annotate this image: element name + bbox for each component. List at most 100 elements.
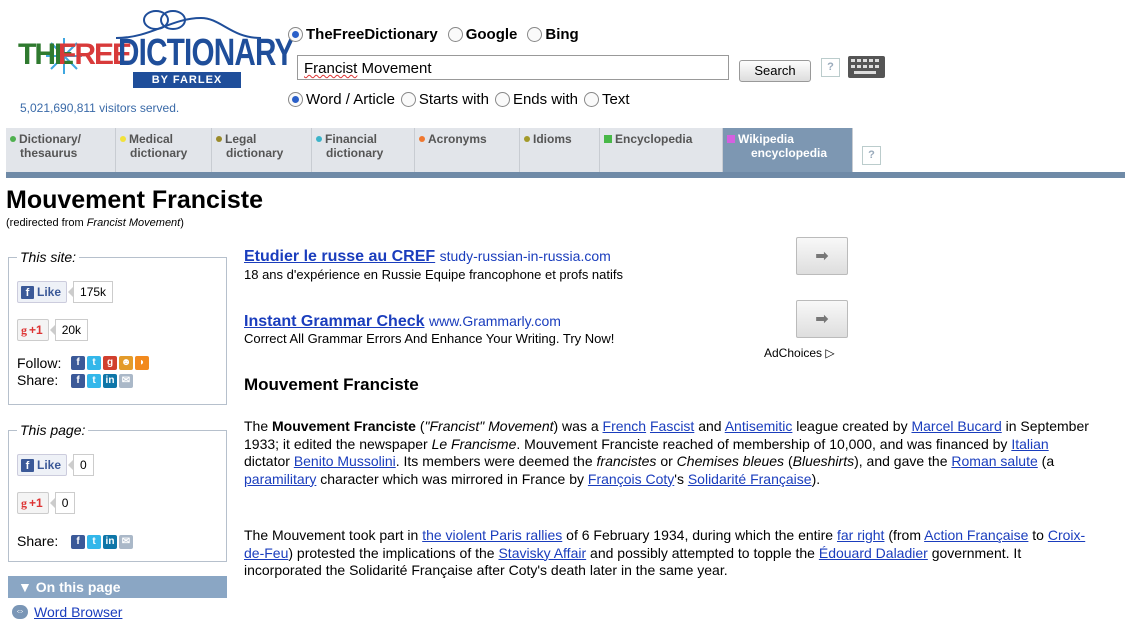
- email-icon[interactable]: ✉: [119, 535, 133, 549]
- tab-idioms[interactable]: Idioms: [520, 128, 600, 172]
- radio-icon[interactable]: [527, 27, 543, 42]
- word-browser-icon: ⇔: [12, 605, 28, 619]
- tab-encyclopedia[interactable]: Encyclopedia: [600, 128, 723, 172]
- mode-starts-with[interactable]: Starts with: [400, 91, 489, 108]
- article-paragraph-2: The Mouvement took part in the violent P…: [244, 527, 1086, 578]
- ad-1-domain[interactable]: study-russian-in-russia.com: [440, 248, 611, 264]
- twitter-icon[interactable]: t: [87, 535, 101, 549]
- rss-icon[interactable]: ◗: [135, 356, 149, 370]
- search-input[interactable]: Francist Movement: [297, 55, 729, 80]
- twitter-icon[interactable]: t: [87, 374, 101, 388]
- tabs-help-button[interactable]: ?: [862, 146, 881, 165]
- this-page-box: This page: f Like 0 g +1 0 Share: f t in ✉: [8, 422, 227, 562]
- link-francois-coty[interactable]: François Coty: [588, 471, 674, 487]
- radio-icon[interactable]: [400, 92, 416, 107]
- link-antisemitic[interactable]: Antisemitic: [725, 418, 793, 434]
- article-paragraph-1: The Mouvement Franciste ("Francist" Move…: [244, 418, 1089, 487]
- share-label: Share:: [17, 533, 59, 549]
- facebook-like-button[interactable]: f Like: [17, 281, 68, 303]
- site-like-widget: f Like 175k: [17, 281, 114, 303]
- link-fascist[interactable]: Fascist: [650, 418, 694, 434]
- tab-medical[interactable]: Medical dictionary: [116, 128, 212, 172]
- plusone-count: 0: [49, 492, 76, 514]
- radio-icon[interactable]: [288, 27, 303, 42]
- link-solidarite-francaise[interactable]: Solidarité Française: [688, 471, 812, 487]
- on-this-page-header[interactable]: ▼ On this page: [8, 576, 227, 598]
- twitter-icon[interactable]: t: [87, 356, 101, 370]
- mode-ends-with[interactable]: Ends with: [494, 91, 578, 108]
- mode-text[interactable]: Text: [584, 91, 630, 108]
- engine-option-google[interactable]: Google: [447, 26, 517, 43]
- ad-2-arrow-button[interactable]: ➡: [796, 300, 848, 338]
- ad-2-title[interactable]: Instant Grammar Check www.Grammarly.com: [244, 313, 561, 331]
- misspelled-word: Francist: [304, 60, 358, 77]
- link-mussolini[interactable]: Benito Mussolini: [294, 453, 396, 469]
- tab-wikipedia[interactable]: Wikipedia encyclopedia: [723, 128, 853, 172]
- plusone-count: 20k: [49, 319, 89, 341]
- radio-icon[interactable]: [584, 92, 599, 107]
- link-edouard-daladier[interactable]: Édouard Daladier: [819, 545, 928, 561]
- link-italian[interactable]: Italian: [1011, 436, 1048, 452]
- email-icon[interactable]: ✉: [119, 374, 133, 388]
- bullet-icon: [120, 136, 126, 142]
- like-count: 175k: [68, 281, 114, 303]
- facebook-icon[interactable]: f: [71, 374, 85, 388]
- follow-icons: f t g ☻ ◗: [71, 356, 149, 370]
- share-icons: f t in ✉: [71, 374, 133, 388]
- like-count: 0: [68, 454, 94, 476]
- people-icon[interactable]: ☻: [119, 356, 133, 370]
- link-stavisky-affair[interactable]: Stavisky Affair: [498, 545, 586, 561]
- bullet-icon: [524, 136, 530, 142]
- radio-icon[interactable]: [447, 27, 463, 42]
- link-french[interactable]: French: [603, 418, 647, 434]
- bullet-icon: [604, 135, 612, 143]
- bullet-icon: [727, 135, 735, 143]
- share-label: Share:: [17, 372, 59, 388]
- tab-dictionary[interactable]: Dictionary/thesaurus: [6, 128, 116, 172]
- ad-1-description: 18 ans d'expérience en Russie Equipe fra…: [244, 267, 624, 282]
- link-action-francaise[interactable]: Action Française: [924, 527, 1028, 543]
- google-plus-button[interactable]: g +1: [17, 319, 49, 341]
- google-plus-icon: g: [21, 495, 27, 510]
- page-like-widget: f Like 0: [17, 454, 94, 476]
- site-plusone-widget: g +1 20k: [17, 319, 89, 341]
- link-paris-rallies[interactable]: the violent Paris rallies: [422, 527, 562, 543]
- logo-by-farlex: BY FARLEX: [133, 72, 241, 88]
- logo-dictionary: DICTIONARY: [118, 32, 294, 74]
- search-engine-options: TheFreeDictionary Google Bing: [288, 26, 585, 43]
- facebook-like-button[interactable]: f Like: [17, 454, 68, 476]
- tab-financial[interactable]: Financial dictionary: [312, 128, 415, 172]
- bullet-icon: [419, 136, 425, 142]
- help-button[interactable]: ?: [821, 58, 840, 77]
- google-plus-icon[interactable]: g: [103, 356, 117, 370]
- engine-option-bing[interactable]: Bing: [527, 26, 579, 43]
- ad-2-domain[interactable]: www.Grammarly.com: [429, 313, 561, 329]
- bullet-icon: [10, 136, 16, 142]
- linkedin-icon[interactable]: in: [103, 535, 117, 549]
- link-roman-salute[interactable]: Roman salute: [951, 453, 1037, 469]
- word-browser-link[interactable]: ⇔ Word Browser: [12, 604, 122, 620]
- radio-icon[interactable]: [494, 92, 510, 107]
- radio-icon[interactable]: [288, 92, 303, 107]
- tab-acronyms[interactable]: Acronyms: [415, 128, 520, 172]
- google-plus-button[interactable]: g +1: [17, 492, 49, 514]
- ad-1-title[interactable]: Etudier le russe au CREF study-russian-i…: [244, 248, 611, 266]
- engine-option-tfd[interactable]: TheFreeDictionary: [288, 26, 438, 43]
- this-site-box: This site: f Like 175k g +1 20k Follow: f …: [8, 249, 227, 405]
- search-button[interactable]: Search: [739, 60, 811, 82]
- link-marcel-bucard[interactable]: Marcel Bucard: [911, 418, 1001, 434]
- link-far-right[interactable]: far right: [837, 527, 884, 543]
- facebook-icon[interactable]: f: [71, 356, 85, 370]
- tab-legal[interactable]: Legal dictionary: [212, 128, 312, 172]
- ad-1-arrow-button[interactable]: ➡: [796, 237, 848, 275]
- facebook-icon[interactable]: f: [71, 535, 85, 549]
- article-heading: Mouvement Franciste: [244, 375, 419, 394]
- share-icons: f t in ✉: [71, 535, 133, 549]
- linkedin-icon[interactable]: in: [103, 374, 117, 388]
- link-paramilitary[interactable]: paramilitary: [244, 471, 316, 487]
- adchoices-link[interactable]: AdChoices ▷: [764, 346, 835, 360]
- bullet-icon: [316, 136, 322, 142]
- keyboard-icon[interactable]: [848, 56, 885, 78]
- tabs-underline: [6, 172, 1125, 178]
- mode-word-article[interactable]: Word / Article: [288, 91, 395, 108]
